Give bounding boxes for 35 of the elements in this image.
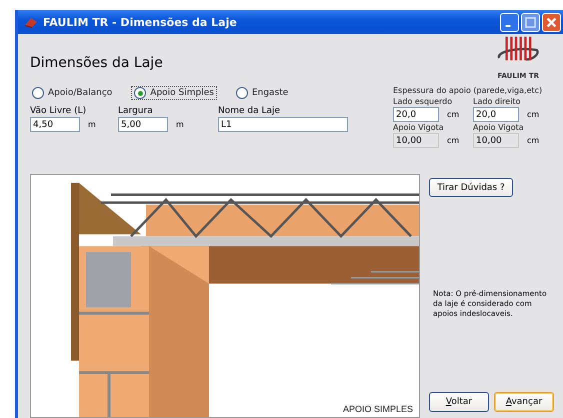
maximize-button[interactable]: [521, 12, 540, 32]
unit-label: m: [176, 120, 185, 129]
field-label: Apoio Vigota: [473, 123, 525, 132]
maximize-icon: [524, 16, 537, 28]
support-type-radio[interactable]: Apoio/Balanço: [30, 87, 114, 99]
field-label: Lado direito: [473, 97, 522, 106]
unit-label: cm: [527, 136, 540, 145]
minimize-button[interactable]: [500, 12, 519, 32]
minimize-icon: [505, 24, 511, 26]
window-title: FAULIM TR - Dimensões da Laje: [43, 16, 238, 28]
unit-label: cm: [447, 136, 460, 145]
field-label: Nome da Laje: [218, 106, 282, 116]
section-label: Espessura do apoio (parede,viga,etc): [393, 86, 544, 95]
field-label: Apoio Vigota: [393, 123, 445, 132]
unit-label: m: [88, 120, 97, 129]
field-label: Vão Livre (L): [30, 106, 88, 116]
support-type-radio[interactable]: Apoio Simples: [132, 87, 216, 99]
field-label: Largura: [118, 106, 154, 116]
support-type-radio[interactable]: Engaste: [234, 87, 290, 99]
app-icon: [24, 16, 38, 28]
text-field[interactable]: 5,00: [118, 117, 168, 132]
nav-button[interactable]: Voltar: [429, 392, 489, 412]
field-label: Lado esquerdo: [393, 97, 454, 106]
text-field[interactable]: 20,0: [473, 107, 519, 122]
text-field[interactable]: L1: [218, 117, 348, 132]
unit-label: cm: [447, 110, 460, 119]
close-button[interactable]: [542, 12, 561, 32]
help-button[interactable]: Tirar Dúvidas ?: [429, 178, 513, 197]
text-field[interactable]: 4,50: [30, 117, 80, 132]
close-icon: [545, 16, 558, 28]
text-field[interactable]: 20,0: [393, 107, 439, 122]
illustration-caption: APOIO SIMPLES: [342, 404, 413, 414]
page-heading: Dimensões da Laje: [30, 55, 164, 73]
nav-button[interactable]: Avançar: [494, 392, 554, 412]
unit-label: cm: [527, 110, 540, 119]
